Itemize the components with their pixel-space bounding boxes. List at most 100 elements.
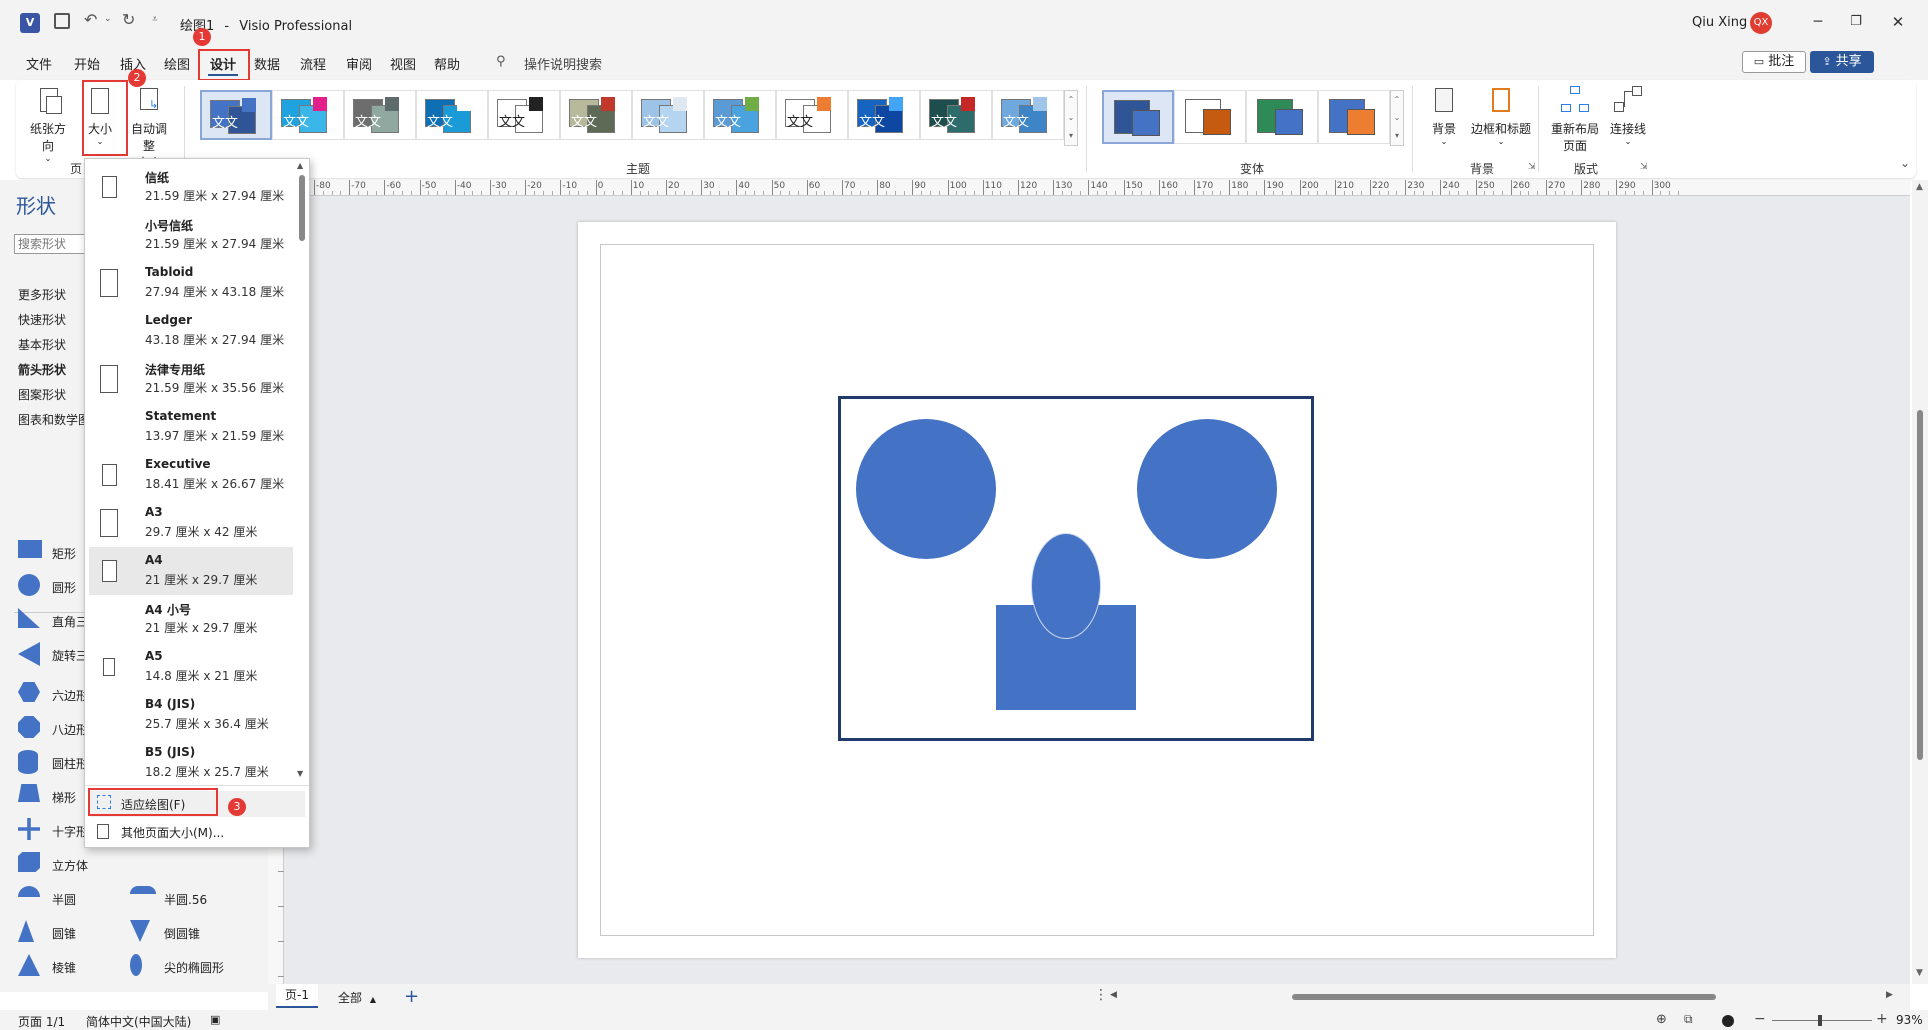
zoom-slider[interactable] bbox=[1772, 1015, 1872, 1026]
accessibility-icon[interactable]: ▣ bbox=[210, 1013, 220, 1026]
chevron-up-icon[interactable]: ⌃ bbox=[1065, 91, 1077, 109]
theme-tile[interactable]: 文文 bbox=[272, 90, 344, 140]
shape-ellipse[interactable] bbox=[1031, 533, 1101, 639]
page-size-option[interactable]: Executive 18.41 厘米 x 26.67 厘米 bbox=[89, 451, 293, 499]
shape-item[interactable]: 尖的椭圆形 bbox=[130, 954, 224, 980]
page-size-option[interactable]: B5 (JIS) 18.2 厘米 x 25.7 厘米 bbox=[89, 739, 293, 787]
restore-button[interactable]: ❐ bbox=[1838, 8, 1874, 36]
zoom-in-button[interactable]: + bbox=[1876, 1011, 1888, 1027]
connectors-button[interactable]: 连接线 ⌄ bbox=[1606, 86, 1650, 146]
language-indicator[interactable]: 简体中文(中国大陆) bbox=[86, 1013, 191, 1030]
page-size-option[interactable]: A5 14.8 厘米 x 21 厘米 bbox=[89, 643, 293, 691]
theme-tile[interactable]: 文文 bbox=[488, 90, 560, 140]
switch-windows-icon[interactable]: ⧉ bbox=[1684, 1012, 1693, 1027]
shape-category[interactable]: 基本形状 bbox=[18, 336, 66, 353]
shape-item[interactable]: 半圆.56 bbox=[130, 886, 207, 912]
tell-me-search[interactable]: 操作说明搜索 bbox=[524, 54, 602, 73]
theme-tile[interactable]: 文文 bbox=[416, 90, 488, 140]
menu-file[interactable]: 文件 bbox=[26, 54, 52, 73]
page-size-option[interactable]: 小号信纸 21.59 厘米 x 27.94 厘米 bbox=[89, 211, 293, 259]
page-size-option[interactable]: A4 小号 21 厘米 x 29.7 厘米 bbox=[89, 595, 293, 643]
theme-tile[interactable]: 文文 bbox=[704, 90, 776, 140]
share-button[interactable]: ⇪ 共享 bbox=[1810, 51, 1874, 73]
more-page-sizes-item[interactable]: 其他页面大小(M)... bbox=[89, 819, 305, 845]
chevron-right-icon[interactable]: ▶ bbox=[1886, 990, 1893, 1000]
variants-gallery-scroll[interactable]: ⌃ ⌄ ▾ bbox=[1390, 90, 1404, 146]
page-tab[interactable]: 页-1 bbox=[276, 984, 318, 1008]
menu-review[interactable]: 审阅 bbox=[346, 54, 372, 73]
variant-tile[interactable] bbox=[1102, 90, 1174, 144]
shape-item[interactable]: 直角三 bbox=[18, 608, 88, 634]
shape-item[interactable]: 八边形 bbox=[18, 716, 88, 742]
page-size-option[interactable]: A4 21 厘米 x 29.7 厘米 bbox=[89, 547, 293, 595]
collapse-ribbon-icon[interactable]: ⌄ bbox=[1900, 156, 1910, 170]
theme-tile[interactable]: 文文 bbox=[920, 90, 992, 140]
all-pages-button[interactable]: 全部 ▲ bbox=[338, 989, 376, 1006]
shape-category[interactable]: 图表和数学图 bbox=[18, 411, 90, 428]
dropdown-scrollbar[interactable]: ▲ ▼ bbox=[295, 159, 309, 781]
zoom-level[interactable]: 93% bbox=[1896, 1013, 1923, 1027]
zoom-slider-thumb[interactable] bbox=[1818, 1015, 1822, 1026]
chevron-up-icon[interactable]: ⌃ bbox=[1391, 91, 1403, 109]
orientation-button[interactable]: 纸张方向 ⌄ bbox=[26, 86, 70, 163]
scroll-thumb[interactable] bbox=[1917, 410, 1923, 760]
more-options-icon[interactable]: ⋮ bbox=[1094, 987, 1108, 1003]
shape-search-input[interactable] bbox=[14, 234, 86, 254]
shape-category[interactable]: 更多形状 bbox=[18, 286, 66, 303]
themes-gallery-scroll[interactable]: ⌃ ⌄ ▾ bbox=[1064, 90, 1078, 146]
shape-item[interactable]: 半圆 bbox=[18, 886, 76, 912]
shape-item[interactable]: 十字形 bbox=[18, 818, 88, 844]
variant-tile[interactable] bbox=[1318, 90, 1390, 144]
add-page-button[interactable]: + bbox=[404, 986, 419, 1007]
shape-category[interactable]: 箭头形状 bbox=[18, 361, 66, 378]
page-size-option[interactable]: 法律专用纸 21.59 厘米 x 35.56 厘米 bbox=[89, 355, 293, 403]
chevron-down-icon[interactable]: ⌄ bbox=[1065, 109, 1077, 127]
dialog-launcher-icon[interactable]: ⇲ bbox=[1528, 162, 1536, 172]
horizontal-scrollbar[interactable]: ◀ ▶ bbox=[1110, 990, 1900, 1004]
fit-page-icon[interactable]: ⊕ bbox=[1656, 1012, 1667, 1027]
menu-home[interactable]: 开始 bbox=[74, 54, 100, 73]
shape-category[interactable]: 快速形状 bbox=[18, 311, 66, 328]
chevron-down-icon[interactable]: ⌄ bbox=[1391, 109, 1403, 127]
chevron-up-icon[interactable]: ▲ bbox=[297, 161, 303, 170]
menu-process[interactable]: 流程 bbox=[300, 54, 326, 73]
save-icon[interactable] bbox=[54, 13, 70, 29]
shape-item[interactable]: 立方体 bbox=[18, 852, 88, 878]
customize-qat-icon[interactable]: ⩡ bbox=[152, 14, 158, 25]
undo-icon[interactable]: ↶ bbox=[84, 10, 97, 29]
page-size-option[interactable]: A3 29.7 厘米 x 42 厘米 bbox=[89, 499, 293, 547]
menu-draw[interactable]: 绘图 bbox=[164, 54, 190, 73]
shape-item[interactable]: 梯形 bbox=[18, 784, 76, 810]
page-size-option[interactable]: Ledger 43.18 厘米 x 27.94 厘米 bbox=[89, 307, 293, 355]
shape-item[interactable]: 圆形 bbox=[18, 574, 76, 600]
variant-tile[interactable] bbox=[1174, 90, 1246, 144]
theme-tile[interactable]: 文文 bbox=[992, 90, 1064, 140]
vertical-scrollbar[interactable]: ▲ ▼ bbox=[1912, 180, 1928, 984]
comments-button[interactable]: ▭ 批注 bbox=[1742, 51, 1806, 73]
minimize-button[interactable]: ─ bbox=[1800, 8, 1836, 36]
page-size-option[interactable]: Tabloid 27.94 厘米 x 43.18 厘米 bbox=[89, 259, 293, 307]
shape-category[interactable]: 图案形状 bbox=[18, 386, 66, 403]
borders-titles-button[interactable]: 边框和标题 ⌄ bbox=[1468, 86, 1534, 146]
chevron-down-icon[interactable]: ▼ bbox=[1916, 968, 1923, 978]
theme-tile[interactable]: 文文 bbox=[560, 90, 632, 140]
page-indicator[interactable]: 页面 1/1 bbox=[18, 1013, 65, 1030]
undo-dropdown-icon[interactable]: ⌄ bbox=[104, 14, 112, 24]
shape-item[interactable]: 圆柱形 bbox=[18, 750, 88, 776]
theme-tile[interactable]: 文文 bbox=[848, 90, 920, 140]
shape-right-circle[interactable] bbox=[1137, 419, 1277, 559]
redo-icon[interactable]: ↻ bbox=[122, 10, 135, 29]
variant-tile[interactable] bbox=[1246, 90, 1318, 144]
chevron-down-icon[interactable]: ▼ bbox=[297, 769, 303, 778]
presentation-mode-icon[interactable] bbox=[1722, 1015, 1734, 1027]
chevron-left-icon[interactable]: ◀ bbox=[1110, 990, 1117, 1000]
drawing-frame-rectangle[interactable] bbox=[838, 396, 1314, 741]
more-icon[interactable]: ▾ bbox=[1391, 127, 1403, 145]
shape-item[interactable]: 旋转三 bbox=[18, 642, 88, 668]
page-size-option[interactable]: B4 (JIS) 25.7 厘米 x 36.4 厘米 bbox=[89, 691, 293, 739]
page-size-option[interactable]: Statement 13.97 厘米 x 21.59 厘米 bbox=[89, 403, 293, 451]
zoom-out-button[interactable]: − bbox=[1754, 1011, 1766, 1027]
scroll-thumb[interactable] bbox=[1292, 994, 1716, 1000]
shape-item[interactable]: 六边形 bbox=[18, 682, 88, 708]
shape-item[interactable]: 棱锥 bbox=[18, 954, 76, 980]
